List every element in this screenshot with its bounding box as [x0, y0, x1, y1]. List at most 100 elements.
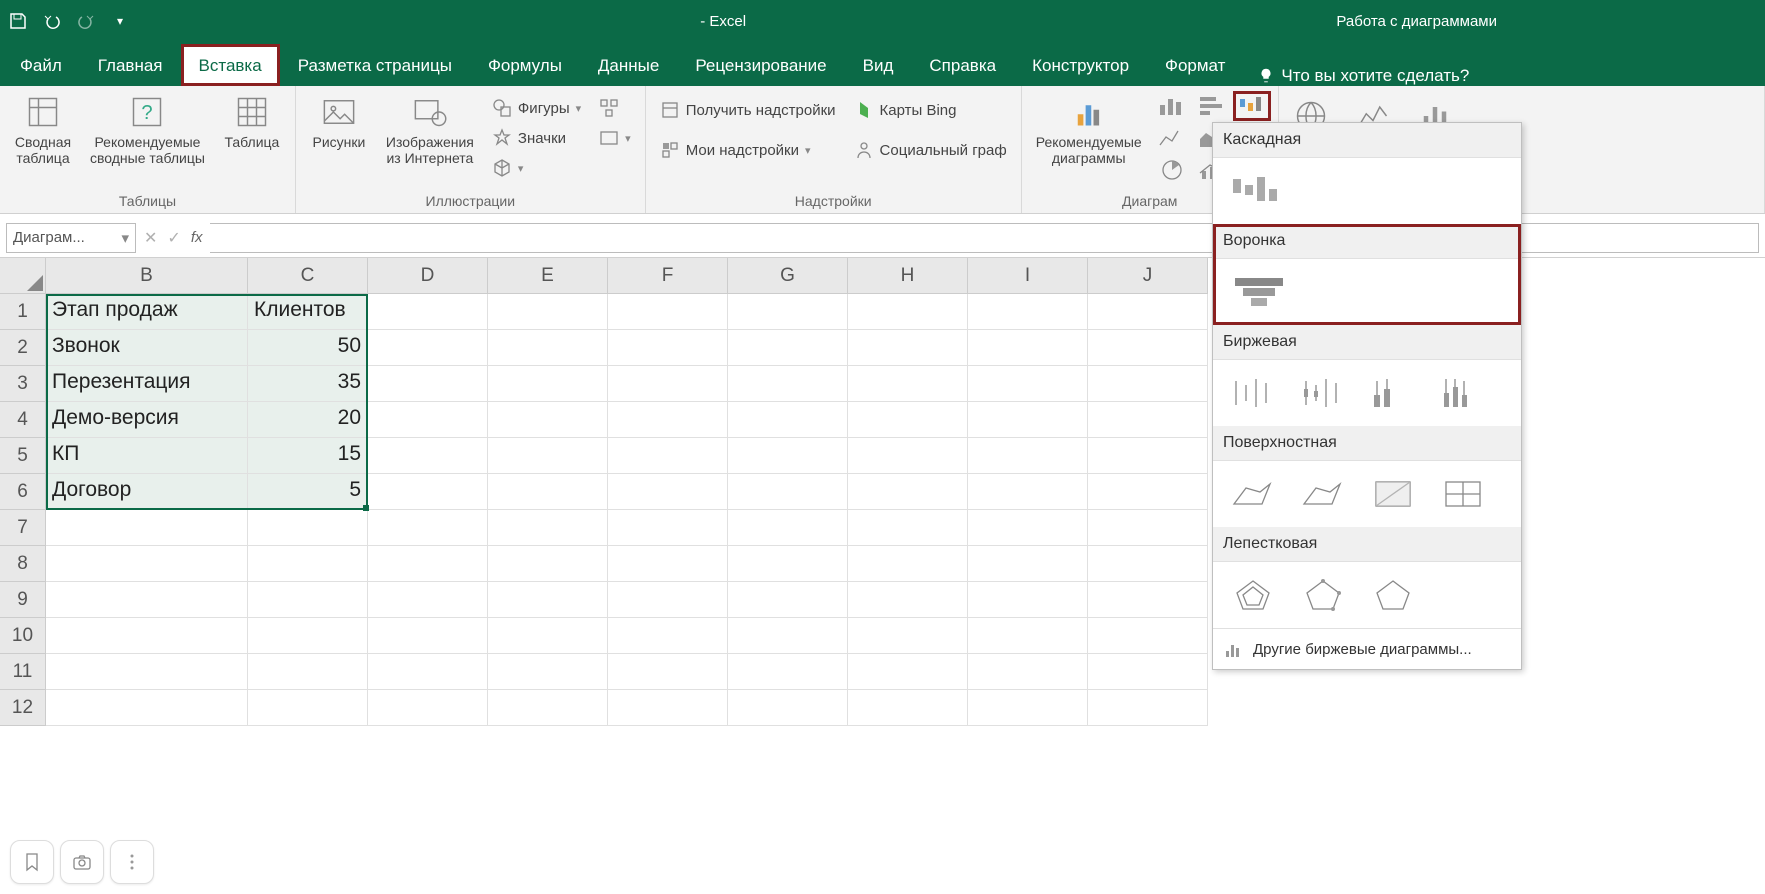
pictures-button[interactable]: Рисунки — [304, 90, 374, 154]
chart-stock-4[interactable] — [1433, 370, 1493, 416]
smartart-button[interactable] — [593, 94, 637, 122]
cell-H1[interactable] — [848, 294, 968, 330]
cell-G1[interactable] — [728, 294, 848, 330]
get-addins-button[interactable]: Получить надстройки — [654, 96, 842, 124]
chart-radar-2[interactable] — [1293, 572, 1353, 618]
col-header-I[interactable]: I — [968, 258, 1088, 294]
cell-E9[interactable] — [488, 582, 608, 618]
cell-J11[interactable] — [1088, 654, 1208, 690]
cell-I9[interactable] — [968, 582, 1088, 618]
row-header-9[interactable]: 9 — [0, 582, 46, 618]
cell-J8[interactable] — [1088, 546, 1208, 582]
cell-G11[interactable] — [728, 654, 848, 690]
cell-B12[interactable] — [46, 690, 248, 726]
cell-E4[interactable] — [488, 402, 608, 438]
recommended-charts-button[interactable]: Рекомендуемые диаграммы — [1030, 90, 1148, 170]
cell-C10[interactable] — [248, 618, 368, 654]
cell-I2[interactable] — [968, 330, 1088, 366]
cell-H5[interactable] — [848, 438, 968, 474]
row-header-5[interactable]: 5 — [0, 438, 46, 474]
cell-C9[interactable] — [248, 582, 368, 618]
cell-H8[interactable] — [848, 546, 968, 582]
cell-F3[interactable] — [608, 366, 728, 402]
cell-I8[interactable] — [968, 546, 1088, 582]
chart-stock-1[interactable] — [1223, 370, 1283, 416]
cell-C2[interactable]: 50 — [248, 330, 368, 366]
tab-formulas[interactable]: Формулы — [470, 44, 580, 86]
cell-B11[interactable] — [46, 654, 248, 690]
cell-F5[interactable] — [608, 438, 728, 474]
cell-E6[interactable] — [488, 474, 608, 510]
cell-J12[interactable] — [1088, 690, 1208, 726]
cell-B1[interactable]: Этап продаж — [46, 294, 248, 330]
cancel-icon[interactable]: ✕ — [144, 228, 157, 248]
cell-I12[interactable] — [968, 690, 1088, 726]
col-header-C[interactable]: C — [248, 258, 368, 294]
cell-I5[interactable] — [968, 438, 1088, 474]
cell-H9[interactable] — [848, 582, 968, 618]
confirm-icon[interactable]: ✓ — [167, 228, 180, 248]
cell-D8[interactable] — [368, 546, 488, 582]
row-header-10[interactable]: 10 — [0, 618, 46, 654]
row-header-4[interactable]: 4 — [0, 402, 46, 438]
tell-me-search[interactable]: Что вы хотите сделать? — [1243, 66, 1483, 86]
icons-button[interactable]: Значки — [486, 124, 587, 152]
screenshot-button[interactable]: ▾ — [593, 124, 637, 152]
cell-G8[interactable] — [728, 546, 848, 582]
cell-H11[interactable] — [848, 654, 968, 690]
row-header-11[interactable]: 11 — [0, 654, 46, 690]
cell-C4[interactable]: 20 — [248, 402, 368, 438]
row-header-3[interactable]: 3 — [0, 366, 46, 402]
cell-B6[interactable]: Договор — [46, 474, 248, 510]
chart-funnel-option[interactable] — [1223, 269, 1295, 315]
tab-page-layout[interactable]: Разметка страницы — [280, 44, 470, 86]
cell-D5[interactable] — [368, 438, 488, 474]
cell-F7[interactable] — [608, 510, 728, 546]
col-header-F[interactable]: F — [608, 258, 728, 294]
row-header-8[interactable]: 8 — [0, 546, 46, 582]
cell-B2[interactable]: Звонок — [46, 330, 248, 366]
chart-stock-3[interactable] — [1363, 370, 1423, 416]
cell-J3[interactable] — [1088, 366, 1208, 402]
cell-J10[interactable] — [1088, 618, 1208, 654]
cell-F4[interactable] — [608, 402, 728, 438]
chart-waterfall-option[interactable] — [1223, 168, 1295, 214]
cell-E3[interactable] — [488, 366, 608, 402]
col-header-H[interactable]: H — [848, 258, 968, 294]
tab-help[interactable]: Справка — [911, 44, 1014, 86]
col-header-J[interactable]: J — [1088, 258, 1208, 294]
chart-radar-3[interactable] — [1363, 572, 1423, 618]
qat-customize-icon[interactable]: ▾ — [110, 11, 130, 31]
cell-J4[interactable] — [1088, 402, 1208, 438]
cell-C6[interactable]: 5 — [248, 474, 368, 510]
cell-F11[interactable] — [608, 654, 728, 690]
cell-C1[interactable]: Клиентов — [248, 294, 368, 330]
cell-F6[interactable] — [608, 474, 728, 510]
row-header-12[interactable]: 12 — [0, 690, 46, 726]
cell-E7[interactable] — [488, 510, 608, 546]
cell-I6[interactable] — [968, 474, 1088, 510]
cell-H7[interactable] — [848, 510, 968, 546]
cell-C7[interactable] — [248, 510, 368, 546]
cell-D10[interactable] — [368, 618, 488, 654]
chart-surface-4[interactable] — [1433, 471, 1493, 517]
shapes-button[interactable]: Фигуры▾ — [486, 94, 587, 122]
cell-B4[interactable]: Демо-версия — [46, 402, 248, 438]
tab-data[interactable]: Данные — [580, 44, 677, 86]
cell-C5[interactable]: 15 — [248, 438, 368, 474]
cell-J1[interactable] — [1088, 294, 1208, 330]
cell-H3[interactable] — [848, 366, 968, 402]
cell-H12[interactable] — [848, 690, 968, 726]
cell-G10[interactable] — [728, 618, 848, 654]
chart-surface-1[interactable] — [1223, 471, 1283, 517]
row-header-6[interactable]: 6 — [0, 474, 46, 510]
tab-insert[interactable]: Вставка — [181, 44, 280, 86]
cell-F12[interactable] — [608, 690, 728, 726]
col-header-D[interactable]: D — [368, 258, 488, 294]
row-header-1[interactable]: 1 — [0, 294, 46, 330]
chart-type-line[interactable] — [1154, 124, 1190, 152]
cell-C8[interactable] — [248, 546, 368, 582]
cell-F2[interactable] — [608, 330, 728, 366]
my-addins-button[interactable]: Мои надстройки▾ — [654, 136, 842, 164]
fx-icon[interactable]: fx — [191, 229, 203, 246]
